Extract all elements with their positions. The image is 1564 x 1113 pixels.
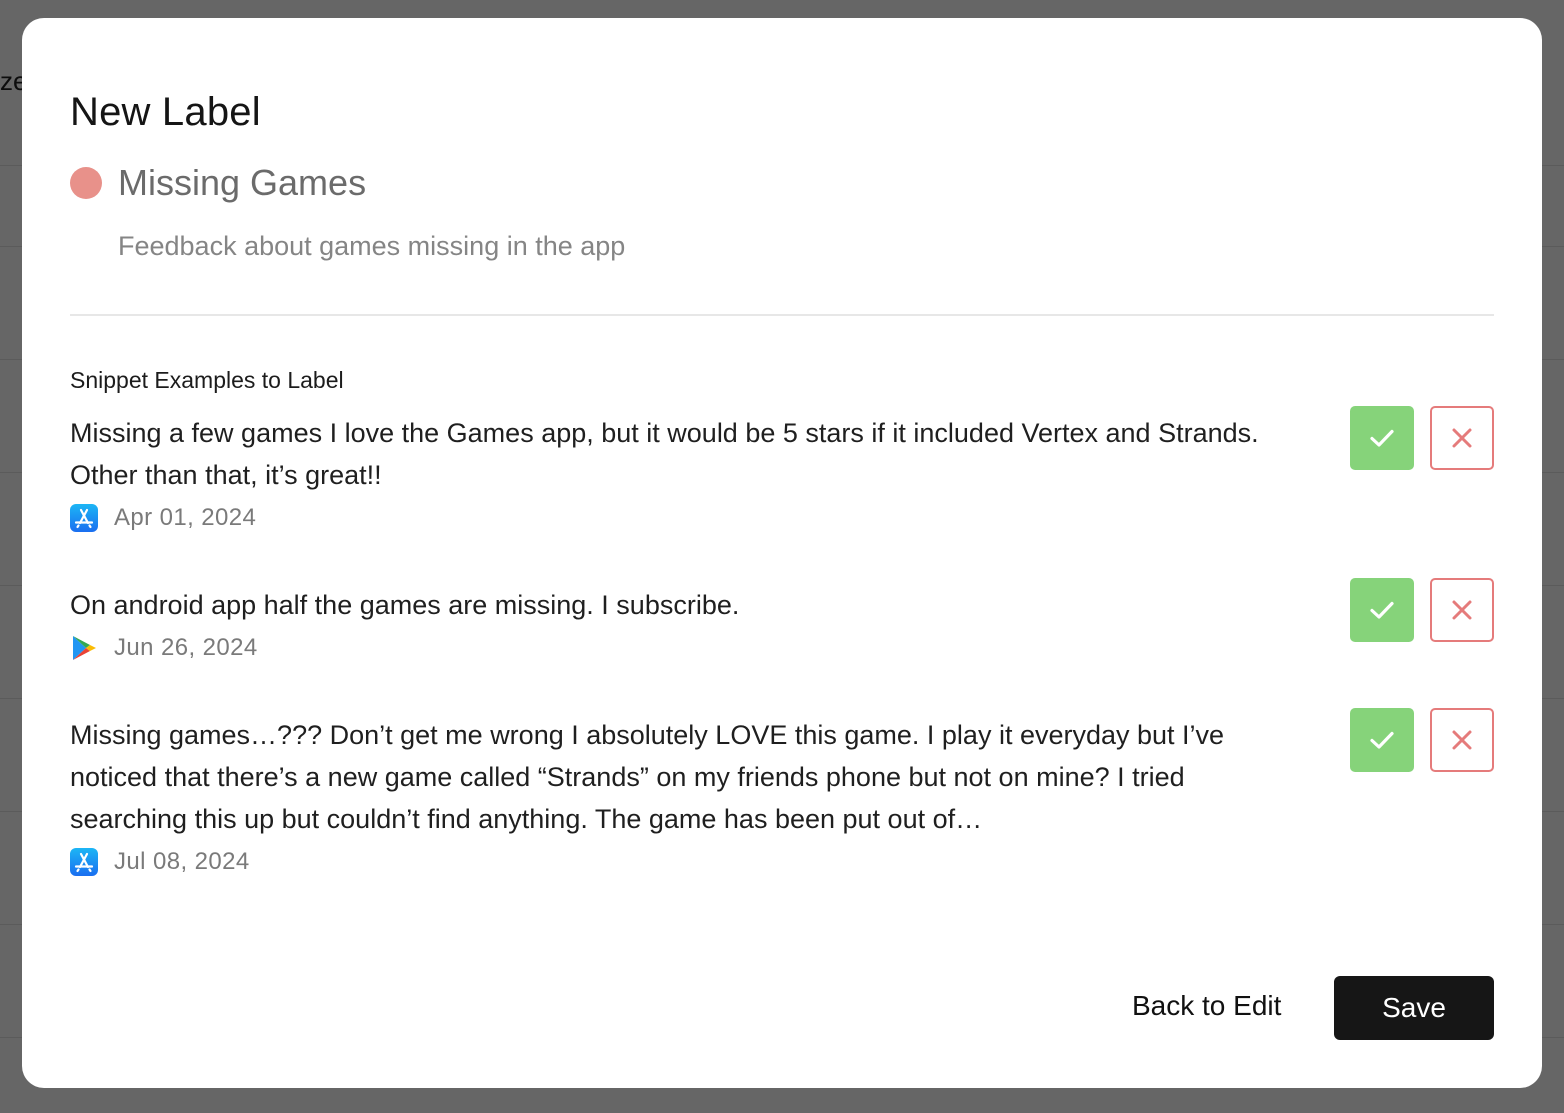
x-icon — [1452, 730, 1472, 750]
snippet-item: Missing games…??? Don’t get me wrong I a… — [70, 708, 1494, 876]
accept-button[interactable] — [1350, 406, 1414, 470]
snippet-item: Missing a few games I love the Games app… — [70, 406, 1494, 532]
snippet-date: Apr 01, 2024 — [114, 504, 257, 531]
snippet-item: On android app half the games are missin… — [70, 578, 1494, 662]
label-color-dot — [70, 167, 102, 199]
accept-button[interactable] — [1350, 578, 1414, 642]
snippet-text: Missing games…??? Don’t get me wrong I a… — [70, 720, 1225, 834]
snippet-actions — [1350, 708, 1494, 772]
google-play-icon — [73, 636, 96, 660]
app-store-icon — [70, 504, 98, 532]
modal-title: New Label — [70, 90, 261, 134]
divider — [70, 314, 1494, 316]
checkmark-icon — [1370, 601, 1394, 619]
app-store-icon — [70, 848, 98, 876]
snippet-text: Missing a few games I love the Games app… — [70, 418, 1259, 490]
snippet-date: Jul 08, 2024 — [114, 848, 250, 875]
snippet-actions — [1350, 578, 1494, 642]
snippet-date: Jun 26, 2024 — [114, 634, 258, 661]
checkmark-icon — [1370, 731, 1394, 749]
new-label-modal: New Label Missing Games Feedback about g… — [22, 18, 1542, 1088]
snippet-meta: Jul 08, 2024 — [70, 848, 1494, 876]
label-description: Feedback about games missing in the app — [118, 231, 626, 261]
checkmark-icon — [1370, 429, 1394, 447]
snippet-actions — [1350, 406, 1494, 470]
reject-button[interactable] — [1430, 578, 1494, 642]
snippet-meta: Apr 01, 2024 — [70, 504, 1494, 532]
snippet-text: On android app half the games are missin… — [70, 590, 740, 620]
reject-button[interactable] — [1430, 406, 1494, 470]
label-name: Missing Games — [118, 162, 367, 203]
back-to-edit-button[interactable]: Back to Edit — [1132, 990, 1281, 1022]
reject-button[interactable] — [1430, 708, 1494, 772]
x-icon — [1452, 428, 1472, 448]
snippet-meta: Jun 26, 2024 — [70, 634, 1494, 662]
save-button[interactable]: Save — [1334, 976, 1494, 1040]
x-icon — [1452, 600, 1472, 620]
section-title: Snippet Examples to Label — [70, 367, 344, 393]
accept-button[interactable] — [1350, 708, 1414, 772]
